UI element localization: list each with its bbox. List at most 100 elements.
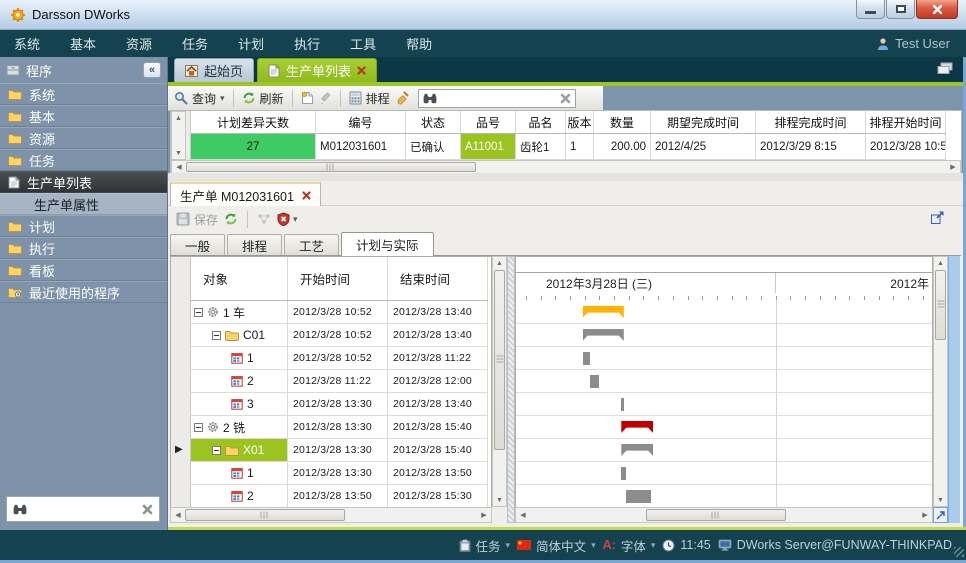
tree-row[interactable]: 12012/3/28 10:522012/3/28 11:22: [191, 347, 491, 370]
tree-cell-object[interactable]: 1: [191, 462, 288, 485]
tree-cell-start-time[interactable]: 2012/3/28 10:52: [288, 324, 388, 347]
tree-cell-object[interactable]: 2 铣: [191, 416, 288, 439]
clear-search-icon[interactable]: [142, 504, 153, 515]
tree-vertical-scrollbar[interactable]: ▲ ▼: [492, 256, 507, 507]
grid-column-header[interactable]: 编号: [316, 111, 406, 133]
orders-grid-row[interactable]: 27M012031601已确认A11001齿轮11200.002012/4/25…: [191, 134, 946, 160]
tree-cell-end-time[interactable]: 2012/3/28 12:00: [388, 370, 488, 393]
horizontal-splitter[interactable]: [168, 173, 963, 181]
grid-column-header[interactable]: 期望完成时间: [651, 111, 756, 133]
menu-item-3[interactable]: 任务: [182, 34, 208, 53]
grid-cell-sched_start[interactable]: 2012/3/28 10:52: [866, 134, 946, 160]
grid-cell-expect_finish[interactable]: 2012/4/25: [651, 134, 756, 160]
tree-cell-end-time[interactable]: 2012/3/28 13:50: [388, 462, 488, 485]
grid-column-header[interactable]: 计划差异天数: [191, 111, 316, 133]
grid-cell-item_no[interactable]: A11001: [461, 134, 516, 160]
tree-column-header[interactable]: 对象: [191, 257, 288, 300]
tree-cell-start-time[interactable]: 2012/3/28 10:52: [288, 301, 388, 324]
sidebar-item-2[interactable]: 资源: [0, 127, 167, 149]
refresh-button[interactable]: 刷新: [242, 90, 284, 107]
grid-column-header[interactable]: 排程完成时间: [756, 111, 866, 133]
tree-row[interactable]: 32012/3/28 13:302012/3/28 13:40: [191, 393, 491, 416]
gantt-bar-summary[interactable]: [621, 421, 653, 433]
menu-item-7[interactable]: 帮助: [406, 34, 432, 53]
detail-subtab-2[interactable]: 工艺: [284, 234, 339, 255]
menu-item-1[interactable]: 基本: [70, 34, 96, 53]
popout-icon[interactable]: [930, 210, 945, 225]
menu-item-0[interactable]: 系统: [14, 34, 40, 53]
tree-row[interactable]: 22012/3/28 13:502012/3/28 15:30: [191, 485, 491, 508]
sidebar-item-0[interactable]: 系统: [0, 83, 167, 105]
detail-subtab-0[interactable]: 一般: [170, 234, 225, 255]
grid-cell-qty[interactable]: 200.00: [594, 134, 651, 160]
sidebar-item-3[interactable]: 任务: [0, 149, 167, 171]
close-button[interactable]: [916, 0, 958, 19]
expand-collapse-box[interactable]: [194, 308, 203, 317]
grid-column-header[interactable]: 品名: [516, 111, 566, 133]
tree-cell-end-time[interactable]: 2012/3/28 15:40: [388, 416, 488, 439]
tree-cell-object[interactable]: 2: [191, 370, 288, 393]
tab-home[interactable]: 起始页: [174, 58, 254, 82]
toolbar-search-input[interactable]: [441, 91, 556, 105]
tree-row[interactable]: 1 车2012/3/28 10:522012/3/28 13:40: [191, 301, 491, 324]
edit-pencil-icon[interactable]: [319, 92, 332, 105]
vertical-splitter[interactable]: [507, 256, 515, 523]
tree-cell-object[interactable]: X01: [191, 439, 288, 462]
expand-collapse-box[interactable]: [212, 446, 221, 455]
broom-icon[interactable]: [395, 91, 409, 105]
tree-cell-object[interactable]: 3: [191, 393, 288, 416]
tree-cell-object[interactable]: 1: [191, 347, 288, 370]
detail-tab-close-icon[interactable]: [302, 191, 311, 200]
grid-cell-sched_finish[interactable]: 2012/3/29 8:15: [756, 134, 866, 160]
tree-row[interactable]: 22012/3/28 11:222012/3/28 12:00: [191, 370, 491, 393]
grid-column-header[interactable]: 数量: [594, 111, 651, 133]
gantt-bar-task[interactable]: [621, 467, 626, 480]
tree-cell-object[interactable]: C01: [191, 324, 288, 347]
sidebar-item-7[interactable]: 执行: [0, 237, 167, 259]
sidebar-item-4[interactable]: 生产单列表: [0, 171, 167, 193]
tree-cell-object[interactable]: 1 车: [191, 301, 288, 324]
gantt-bar-task[interactable]: [626, 490, 651, 503]
gantt-bar-task[interactable]: [583, 352, 590, 365]
tree-cell-end-time[interactable]: 2012/3/28 13:40: [388, 324, 488, 347]
gantt-bar-summary[interactable]: [621, 444, 653, 456]
tree-cell-start-time[interactable]: 2012/3/28 13:30: [288, 416, 388, 439]
sidebar-search-input[interactable]: [33, 502, 136, 516]
menu-item-4[interactable]: 计划: [238, 34, 264, 53]
tab-orders-list[interactable]: 生产单列表: [257, 58, 377, 82]
flow-link-icon[interactable]: [257, 213, 271, 225]
grid-cell-code[interactable]: M012031601: [316, 134, 406, 160]
tree-row[interactable]: X012012/3/28 13:302012/3/28 15:40: [191, 439, 491, 462]
grid-cell-status[interactable]: 已确认: [406, 134, 461, 160]
window-list-icon[interactable]: [937, 62, 953, 75]
expand-collapse-box[interactable]: [212, 331, 221, 340]
maximize-button[interactable]: [886, 0, 915, 19]
menu-item-2[interactable]: 资源: [126, 34, 152, 53]
grid-column-header[interactable]: 品号: [461, 111, 516, 133]
sidebar-item-1[interactable]: 基本: [0, 105, 167, 127]
tree-cell-object[interactable]: 2: [191, 485, 288, 508]
grid-column-header[interactable]: 排程开始时间: [866, 111, 946, 133]
tree-cell-start-time[interactable]: 2012/3/28 13:30: [288, 462, 388, 485]
new-document-icon[interactable]: [301, 91, 314, 105]
detail-refresh-icon[interactable]: [224, 212, 238, 226]
detail-subtab-3[interactable]: 计划与实际: [341, 232, 434, 256]
detail-doc-tab[interactable]: 生产单 M012031601: [170, 182, 321, 206]
orders-horizontal-scrollbar[interactable]: ◀ ▶: [171, 160, 961, 174]
sidebar-collapse-button[interactable]: «: [143, 62, 161, 78]
tree-cell-end-time[interactable]: 2012/3/28 15:30: [388, 485, 488, 508]
expand-collapse-box[interactable]: [194, 423, 203, 432]
gantt-bar-task[interactable]: [621, 398, 624, 411]
sidebar-item-6[interactable]: 计划: [0, 215, 167, 237]
gantt-vertical-scrollbar[interactable]: ▲ ▼: [933, 256, 948, 507]
gantt-horizontal-scrollbar[interactable]: ◀ ▶: [515, 507, 933, 523]
grid-cell-version[interactable]: 1: [566, 134, 594, 160]
tree-cell-end-time[interactable]: 2012/3/28 13:40: [388, 301, 488, 324]
gantt-bar-summary[interactable]: [583, 329, 624, 341]
gantt-fit-view-button[interactable]: [933, 507, 948, 523]
tree-cell-start-time[interactable]: 2012/3/28 11:22: [288, 370, 388, 393]
security-button[interactable]: ▾: [277, 212, 298, 226]
grid-cell-diff_days[interactable]: 27: [191, 134, 316, 160]
tree-cell-start-time[interactable]: 2012/3/28 10:52: [288, 347, 388, 370]
tree-horizontal-scrollbar[interactable]: ◀ ▶: [170, 507, 492, 523]
